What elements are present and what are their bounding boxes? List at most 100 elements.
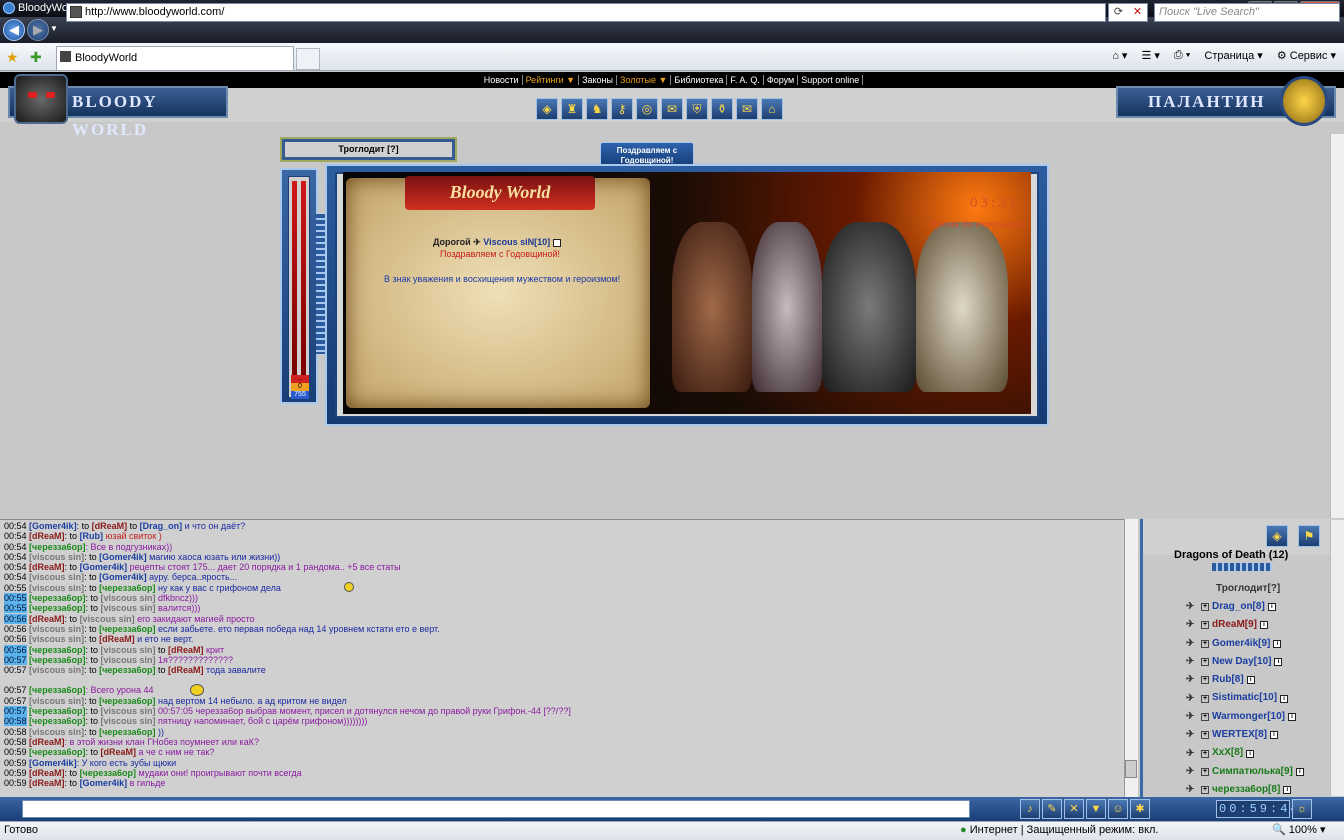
clan-settings-icon[interactable]: ◈ [1266,525,1288,547]
chat-time[interactable]: 00:59 [4,758,27,768]
chat-username[interactable]: [dReaM] [29,778,65,788]
character-icon[interactable]: ♜ [561,98,583,120]
chat-username[interactable]: [черезза6ор] [29,716,85,726]
chat-username[interactable]: [dReaM] [92,521,128,531]
chat-username[interactable]: [черезза6ор] [29,706,85,716]
chat-username[interactable]: [dReaM] [99,634,135,644]
chat-time[interactable]: 00:54 [4,531,27,541]
chat-username[interactable]: [черезза6ор] [80,768,136,778]
smile-icon[interactable]: ☺ [1108,799,1128,819]
chat-time[interactable]: 00:54 [4,552,27,562]
chat-username[interactable]: [viscous sin] [29,727,84,737]
member-item[interactable]: ✈ + Rub[8] i [1186,671,1336,689]
gear-icon[interactable]: ✱ [1130,799,1150,819]
note-icon[interactable]: ♪ [1020,799,1040,819]
nav-link[interactable]: Библиотека [671,75,728,85]
info-icon[interactable]: i [1260,621,1269,630]
wand-icon[interactable]: ✎ [1042,799,1062,819]
refresh-icon[interactable]: ⟳ [1114,4,1123,21]
chat-username[interactable]: [viscous sin] [29,583,84,593]
armor-icon[interactable]: ♞ [586,98,608,120]
back-arrow-icon[interactable]: ◀ [3,19,25,41]
expand-icon[interactable]: + [1201,712,1209,721]
member-item[interactable]: ✈ + Warmonger[10] i [1186,708,1336,726]
chat-time[interactable]: 00:58 [4,727,27,737]
chat-username[interactable]: [черезза6ор] [29,645,85,655]
chat-time[interactable]: 00:57 [4,706,27,717]
expand-icon[interactable]: + [1201,676,1209,685]
expand-icon[interactable]: + [1201,731,1209,740]
mail-icon[interactable]: ✉ [736,98,758,120]
member-item[interactable]: ✈ + XxX[8] i [1186,744,1336,762]
chat-time[interactable]: 00:56 [4,634,27,644]
chat-username[interactable]: [черезза6ор] [99,727,155,737]
expand-icon[interactable]: + [1201,767,1209,776]
info-icon[interactable]: i [1287,712,1296,721]
chat-time[interactable]: 00:54 [4,572,27,582]
chat-time[interactable]: 00:56 [4,624,27,634]
member-item[interactable]: ✈ + New Day[10] i [1186,653,1336,671]
shield-icon[interactable]: ⛨ [686,98,708,120]
chat-time[interactable]: 00:55 [4,593,27,604]
chat-time[interactable]: 00:55 [4,583,27,593]
forward-arrow-icon[interactable]: ▶ [27,19,49,41]
chat-username[interactable]: [viscous sin] [101,593,156,603]
chat-time[interactable]: 00:54 [4,542,27,552]
chat-username[interactable]: [viscous sin] [101,706,156,716]
chat-username[interactable]: [черезза6ор] [29,655,85,665]
info-icon[interactable] [552,238,561,247]
game-scrollbar[interactable] [1330,134,1344,518]
member-item[interactable]: ✈ + Drag_on[8] i [1186,598,1336,616]
member-name[interactable]: Drag_on[8] [1212,598,1265,616]
chat-username[interactable]: [черезза6ор] [99,665,155,675]
chat-username[interactable]: [Gomer4ik] [29,758,77,768]
chat-username[interactable]: [dReaM] [29,562,65,572]
expand-icon[interactable]: + [1201,786,1209,795]
chat-username[interactable]: [dReaM] [29,768,65,778]
chat-username[interactable]: [черезза6ор] [99,624,155,634]
stop-icon[interactable]: ✕ [1133,4,1142,21]
info-icon[interactable]: i [1246,749,1255,758]
chat-input[interactable] [22,800,970,818]
chat-username[interactable]: [черезза6ор] [29,685,85,695]
coins-icon[interactable]: ◎ [636,98,658,120]
member-name[interactable]: Sistimatic[10] [1212,689,1277,707]
info-icon[interactable]: i [1280,694,1289,703]
history-dropdown-icon[interactable]: ▼ [50,24,58,33]
member-item[interactable]: ✈ + Gomer4ik[9] i [1186,635,1336,653]
chat-time[interactable]: 00:56 [4,613,27,624]
chat-username[interactable]: [Drag_on] [140,521,183,531]
expand-icon[interactable]: + [1201,694,1209,703]
chat-username[interactable]: [dReaM] [29,614,65,624]
chat-time[interactable]: 00:58 [4,716,27,727]
info-icon[interactable]: i [1270,731,1278,740]
feeds-icon[interactable]: ☰ ▾ [1141,49,1159,62]
chat-username[interactable]: [черезза6ор] [29,603,85,613]
chat-username[interactable]: [dReaM] [29,737,65,747]
chat-time[interactable]: 00:58 [4,737,27,747]
chat-username[interactable]: [viscous sin] [80,614,135,624]
zoom-level[interactable]: 🔍 100% ▾ [1272,821,1325,840]
door-icon[interactable]: ⌂ [761,98,783,120]
info-icon[interactable]: i [1295,767,1304,776]
chat-username[interactable]: [viscous sin] [29,696,84,706]
nav-link[interactable]: Новости [480,75,523,85]
member-name[interactable]: New Day[10] [1212,653,1271,671]
home-icon[interactable]: ⌂ ▾ [1112,49,1127,62]
chat-time[interactable]: 00:57 [4,696,27,706]
member-name[interactable]: Rub[8] [1212,671,1244,689]
chat-time[interactable]: 00:54 [4,562,27,572]
add-favorite-icon[interactable]: ✚ [30,49,42,66]
chat-username[interactable]: [черезза6ор] [29,747,85,757]
favorites-star-icon[interactable]: ★ [6,49,19,66]
print-icon[interactable]: ⎙ ▾ [1174,49,1190,62]
info-icon[interactable]: i [1273,639,1282,648]
chat-username[interactable]: [Gomer4ik] [99,572,147,582]
info-icon[interactable]: i [1246,676,1255,685]
character-label[interactable]: Троглодит [?] [280,137,457,162]
browser-tab[interactable]: BloodyWorld [56,46,294,70]
chat-username[interactable]: [viscous sin] [29,665,84,675]
member-name[interactable]: dReaM[9] [1212,616,1257,634]
chat-time[interactable]: 00:56 [4,644,27,655]
tools-menu[interactable]: ⚙ Сервис ▾ [1277,49,1336,62]
